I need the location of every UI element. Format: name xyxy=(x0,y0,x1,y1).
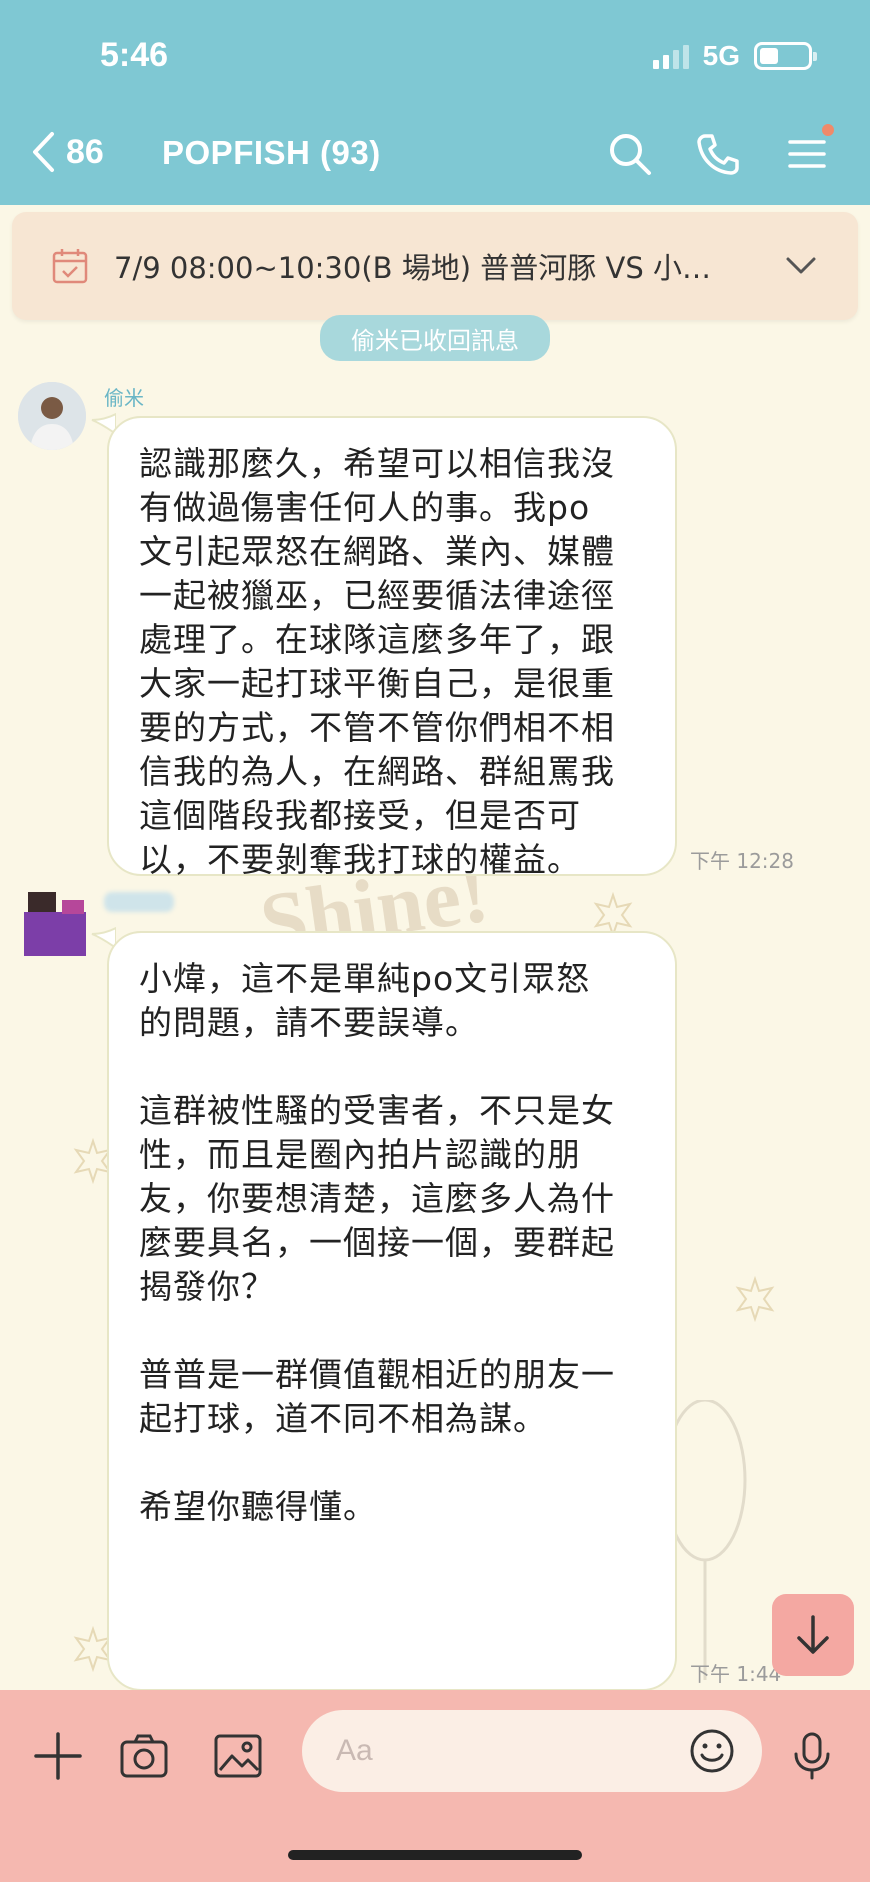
plus-icon[interactable] xyxy=(32,1730,84,1782)
arrow-down-icon xyxy=(797,1615,829,1654)
status-indicators: 5G xyxy=(652,40,817,72)
sender-name-redacted xyxy=(104,892,174,912)
back-button[interactable]: 86 xyxy=(30,130,104,174)
microphone-icon[interactable] xyxy=(786,1730,838,1782)
message-input-container xyxy=(302,1710,762,1792)
menu-icon xyxy=(788,140,826,168)
notification-dot xyxy=(822,124,834,136)
home-indicator xyxy=(288,1850,582,1860)
message-text: 認識那麼久，希望可以相信我沒 有做過傷害任何人的事。我po 文引起眾怒在網路、業… xyxy=(139,444,615,879)
message-bubble[interactable]: 小煒，這不是單純po文引眾怒 的問題，請不要誤導。 這群被性騷的受害者，不只是女… xyxy=(107,931,677,1691)
avatar-photo xyxy=(24,892,86,956)
avatar-photo xyxy=(18,382,86,450)
avatar[interactable] xyxy=(18,382,86,450)
composer-bar xyxy=(0,1690,870,1882)
sender-name: 偷米 xyxy=(104,386,144,410)
bubble-tail xyxy=(91,926,116,948)
chevron-left-icon xyxy=(33,132,54,172)
search-icon xyxy=(610,134,651,175)
status-time: 5:46 xyxy=(100,36,169,74)
message-input[interactable] xyxy=(336,1734,666,1768)
message-bubble[interactable]: 認識那麼久，希望可以相信我沒 有做過傷害任何人的事。我po 文引起眾怒在網路、業… xyxy=(107,416,677,879)
avatar[interactable] xyxy=(22,892,88,958)
chat-title[interactable]: POPFISH (93) xyxy=(162,134,381,172)
calendar-icon xyxy=(52,249,88,284)
scroll-to-bottom-button[interactable] xyxy=(772,1594,854,1676)
emoji-icon[interactable] xyxy=(688,1727,736,1775)
search-button[interactable] xyxy=(606,130,654,178)
unsent-notice: 偷米已收回訊息 xyxy=(320,315,550,361)
chevron-down-icon[interactable] xyxy=(784,246,818,286)
image-icon[interactable] xyxy=(212,1730,264,1782)
camera-icon[interactable] xyxy=(118,1730,170,1782)
star-icon xyxy=(735,1276,775,1322)
menu-button[interactable] xyxy=(782,124,834,178)
message-text: 小煒，這不是單純po文引眾怒 的問題，請不要誤導。 這群被性騷的受害者，不只是女… xyxy=(139,959,615,1526)
call-button[interactable] xyxy=(694,130,742,178)
announcement-text: 7/9 08:00~10:30(B 場地) 普普河豚 VS 小… xyxy=(114,251,711,285)
battery-level-fill xyxy=(760,48,779,64)
network-type: 5G xyxy=(702,40,740,71)
chat-header: 5:46 5G 86 POPFISH (93) xyxy=(0,0,870,205)
message-timestamp: 下午 12:28 xyxy=(690,849,794,873)
nav-actions xyxy=(606,124,834,178)
announcement-bar[interactable]: 7/9 08:00~10:30(B 場地) 普普河豚 VS 小… xyxy=(12,212,858,320)
message-timestamp: 下午 1:44 xyxy=(690,1662,782,1686)
phone-icon xyxy=(697,134,739,175)
nav-bar: 86 POPFISH (93) xyxy=(0,120,870,190)
signal-icon xyxy=(652,43,689,69)
unread-count: 86 xyxy=(66,132,104,171)
battery-icon xyxy=(754,42,817,70)
